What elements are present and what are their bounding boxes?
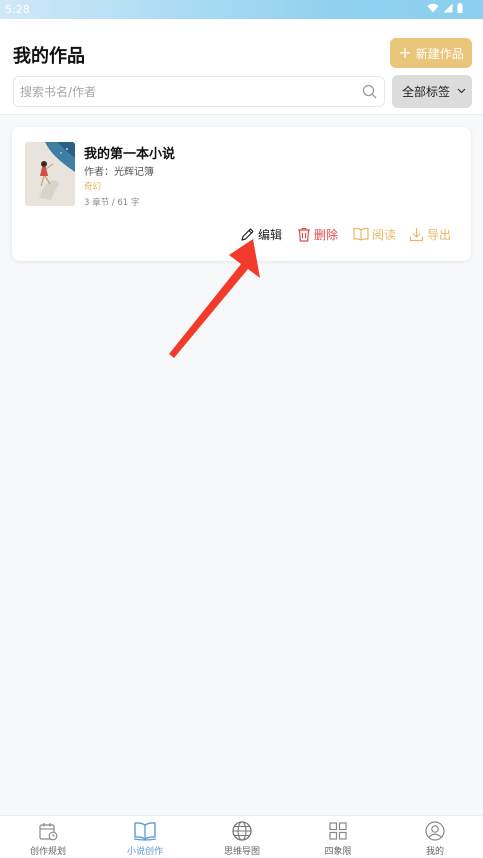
nav-item-mindmap[interactable]: 思维导图 [207, 820, 277, 858]
user-icon [425, 821, 445, 841]
nav-item-profile[interactable]: 我的 [400, 820, 470, 858]
tag-filter-value: 全部标签 [402, 85, 451, 99]
book-cover-image[interactable] [25, 142, 75, 206]
export-label: 导出 [427, 227, 452, 242]
grid-icon [329, 822, 347, 840]
search-icon[interactable] [362, 84, 377, 99]
book-stats: 3 章节 / 61 字 [84, 198, 140, 208]
book-title[interactable]: 我的第一本小说 [84, 143, 175, 162]
status-bar: 5:28 [0, 0, 483, 19]
annotation-arrow [169, 239, 260, 358]
nav-item-quadrant[interactable]: 四象限 [303, 820, 373, 858]
header-divider [0, 114, 483, 115]
bottom-nav: 创作规划 小说创作 思维导图 四象限 我的 [0, 815, 483, 858]
new-work-label: 新建作品 [415, 46, 464, 61]
book-icon [133, 822, 157, 841]
search-input[interactable] [20, 77, 350, 106]
delete-label: 删除 [314, 227, 339, 242]
status-icons [427, 3, 463, 13]
nav-label-planning: 创作规划 [29, 847, 66, 857]
nav-label-mindmap: 思维导图 [223, 847, 260, 857]
plus-icon: + [398, 42, 412, 62]
nav-label-novel: 小说创作 [126, 847, 163, 857]
nav-item-novel[interactable]: 小说创作 [110, 820, 180, 858]
globe-icon [232, 821, 252, 841]
book-author: 作者：光辉记簿 [84, 167, 154, 178]
wifi-icon [427, 3, 439, 13]
download-icon [409, 227, 424, 241]
status-time: 5:28 [5, 3, 30, 16]
nav-label-quadrant: 四象限 [324, 847, 352, 857]
app-root: 5:28 我的作品 + 新建作品 搜索书名/作者 全部标签 我的第一本小说 作者… [0, 0, 483, 858]
search-box [13, 76, 385, 107]
open-book-icon [353, 227, 369, 241]
tag-filter-select[interactable]: 全部标签 [392, 75, 472, 108]
delete-button[interactable]: 删除 [297, 225, 338, 243]
new-work-button[interactable]: + 新建作品 [390, 38, 472, 68]
signal-icon [443, 3, 453, 13]
export-button[interactable]: 导出 [409, 225, 451, 243]
header: 我的作品 + 新建作品 全部标签 [0, 19, 483, 115]
read-button[interactable]: 阅读 [353, 225, 396, 243]
read-label: 阅读 [372, 227, 397, 242]
calendar-icon [39, 823, 58, 841]
book-tag-badge: 奇幻 [84, 182, 102, 192]
trash-icon [298, 227, 310, 242]
nav-item-planning[interactable]: 创作规划 [13, 820, 83, 858]
battery-icon [457, 3, 463, 13]
chevron-down-icon [457, 88, 466, 94]
page-title: 我的作品 [13, 46, 85, 67]
nav-label-profile: 我的 [425, 847, 444, 857]
